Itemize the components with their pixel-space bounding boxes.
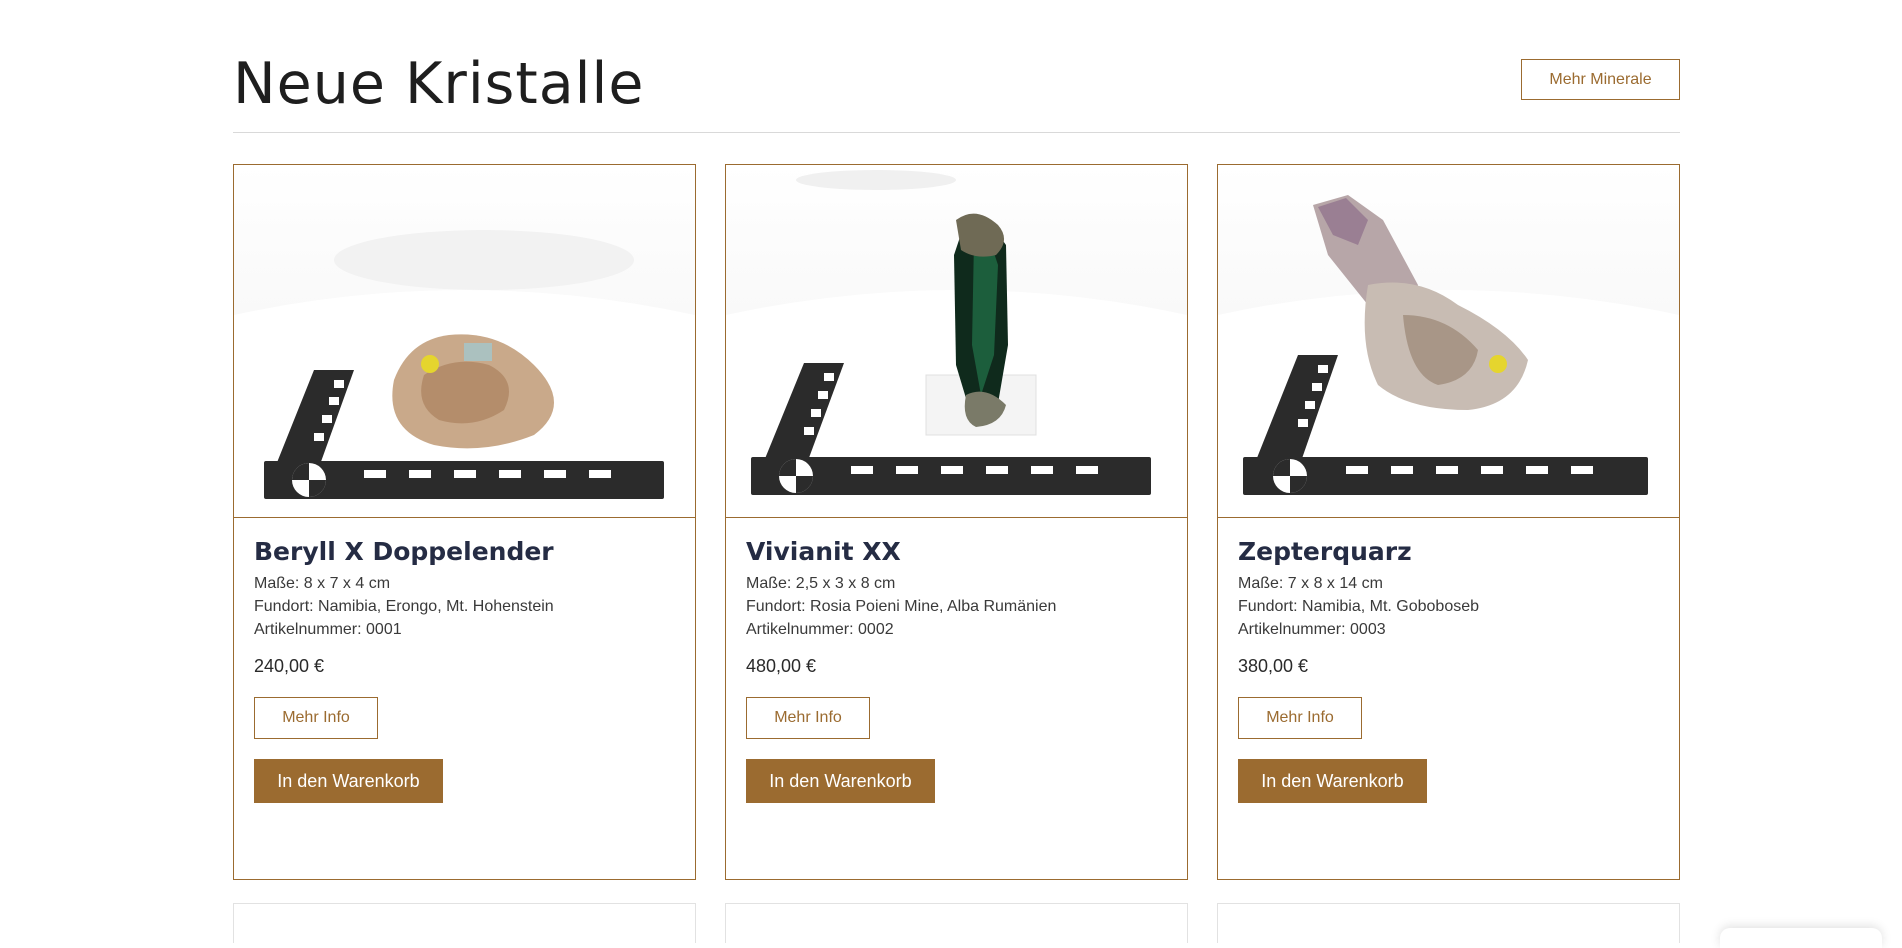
more-minerals-button[interactable]: Mehr Minerale [1521,59,1680,100]
product-dimensions: Maße: 7 x 8 x 14 cm [1238,575,1383,592]
more-info-button[interactable]: Mehr Info [746,697,870,739]
product-card: Beryll X Doppelender Maße: 8 x 7 x 4 cm … [233,164,696,880]
beryll-specimen-icon [234,230,695,517]
product-article-number: Artikelnummer: 0003 [1238,621,1386,638]
product-image[interactable] [1218,165,1679,518]
zepterquarz-specimen-icon [1218,195,1679,517]
chat-widget-tab[interactable] [1720,928,1882,948]
product-name[interactable]: Vivianit XX [746,536,1167,568]
product-info: Beryll X Doppelender Maße: 8 x 7 x 4 cm … [254,536,675,803]
product-card-partial [1217,903,1680,943]
product-price: 480,00 € [746,656,817,676]
more-info-button[interactable]: Mehr Info [254,697,378,739]
product-card: Zepterquarz Maße: 7 x 8 x 14 cm Fundort:… [1217,164,1680,880]
product-name[interactable]: Zepterquarz [1238,536,1659,568]
product-article-number: Artikelnummer: 0002 [746,621,894,638]
product-card-partial [725,903,1188,943]
product-dimensions: Maße: 2,5 x 3 x 8 cm [746,575,896,592]
product-info: Vivianit XX Maße: 2,5 x 3 x 8 cm Fundort… [746,536,1167,803]
product-price: 380,00 € [1238,656,1309,676]
product-location: Fundort: Namibia, Mt. Goboboseb [1238,598,1480,615]
add-to-cart-button[interactable]: In den Warenkorb [254,759,443,803]
product-location: Fundort: Rosia Poieni Mine, Alba Rumänie… [746,598,1057,615]
product-price: 240,00 € [254,656,325,676]
product-card: Vivianit XX Maße: 2,5 x 3 x 8 cm Fundort… [725,164,1188,880]
section-title: Neue Kristalle [233,51,645,117]
section-header: Neue Kristalle Mehr Minerale [233,50,1680,133]
next-product-row [233,903,1680,943]
product-image[interactable] [726,165,1187,518]
product-dimensions: Maße: 8 x 7 x 4 cm [254,575,391,592]
product-article-number: Artikelnummer: 0001 [254,621,402,638]
vivianit-specimen-icon [726,170,1187,517]
add-to-cart-button[interactable]: In den Warenkorb [1238,759,1427,803]
more-info-button[interactable]: Mehr Info [1238,697,1362,739]
product-info: Zepterquarz Maße: 7 x 8 x 14 cm Fundort:… [1238,536,1659,803]
product-location: Fundort: Namibia, Erongo, Mt. Hohenstein [254,598,554,615]
add-to-cart-button[interactable]: In den Warenkorb [746,759,935,803]
product-name[interactable]: Beryll X Doppelender [254,536,675,568]
product-card-partial [233,903,696,943]
product-image[interactable] [234,165,695,518]
